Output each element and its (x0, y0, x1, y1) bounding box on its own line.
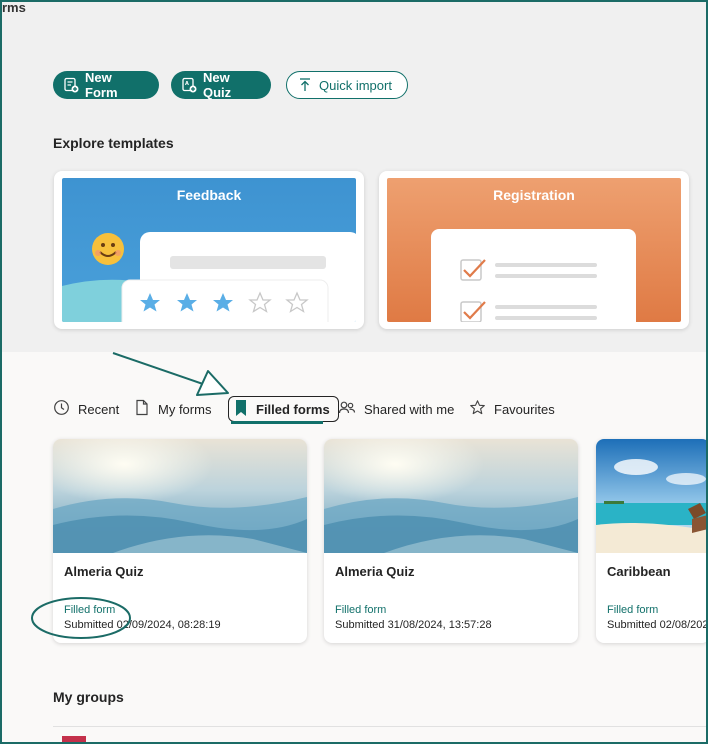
form-submitted-date: Submitted 02/09/2024, 08:28:19 (64, 619, 221, 631)
dunes-thumbnail (53, 439, 307, 553)
form-status: Filled form (64, 604, 116, 616)
form-submitted-date: Submitted 31/08/2024, 13:57:28 (335, 619, 492, 631)
tab-filled-forms[interactable]: Filled forms (228, 396, 339, 422)
bookmark-icon (234, 399, 248, 420)
new-form-label: New Form (85, 70, 118, 100)
people-icon (338, 399, 356, 419)
templates-heading: Explore templates (53, 135, 174, 151)
tab-shared-with-me[interactable]: Shared with me (338, 396, 454, 422)
star-filled-icon (213, 293, 233, 312)
new-quiz-button[interactable]: A New Quiz (171, 70, 271, 100)
registration-illustration: Registration (387, 178, 681, 322)
tab-favourites[interactable]: Favourites (469, 396, 555, 422)
document-icon (134, 399, 150, 419)
tab-favourites-label: Favourites (494, 401, 555, 417)
dunes-thumbnail (324, 439, 578, 553)
tab-filled-forms-label: Filled forms (256, 401, 330, 417)
divider (53, 726, 708, 727)
tab-shared-with-me-label: Shared with me (364, 401, 455, 417)
form-card[interactable]: Caribbean Filled form Submitted 02/08/20… (596, 439, 708, 643)
form-name: Almeria Quiz (64, 564, 144, 579)
tab-recent[interactable]: Recent (53, 396, 119, 422)
new-form-button[interactable]: New Form (53, 70, 159, 100)
clock-icon (53, 399, 70, 419)
tab-my-forms-label: My forms (158, 401, 212, 417)
star-filled-icon (140, 293, 160, 312)
quick-import-label: Quick import (319, 77, 392, 93)
star-icon (469, 399, 486, 419)
active-tab-indicator (231, 421, 323, 424)
new-quiz-label: New Quiz (203, 70, 232, 100)
form-name: Almeria Quiz (335, 564, 415, 579)
beach-thumbnail (596, 439, 708, 553)
form-submitted-date: Submitted 02/08/2024 (607, 619, 708, 631)
tab-recent-label: Recent (78, 401, 120, 417)
registration-title: Registration (493, 187, 575, 203)
star-filled-icon (177, 293, 197, 312)
form-name: Caribbean (607, 564, 671, 579)
tab-my-forms[interactable]: My forms (134, 396, 211, 422)
new-form-icon (63, 77, 79, 93)
upload-icon (297, 77, 313, 93)
svg-text:A: A (185, 81, 189, 87)
form-card[interactable]: Almeria Quiz Filled form Submitted 02/09… (53, 439, 307, 643)
form-status: Filled form (335, 604, 387, 616)
form-status: Filled form (607, 604, 659, 616)
star-outline-icon (285, 291, 309, 313)
groups-heading: My groups (53, 689, 124, 705)
feedback-illustration: Feedback (62, 178, 356, 322)
star-outline-icon (248, 291, 272, 313)
template-card-feedback[interactable]: Feedback (54, 171, 364, 329)
quick-import-button[interactable]: Quick import (286, 71, 408, 99)
new-quiz-icon: A (181, 77, 197, 93)
form-card[interactable]: Almeria Quiz Filled form Submitted 31/08… (324, 439, 578, 643)
group-icon (62, 736, 86, 744)
template-card-registration[interactable]: Registration (379, 171, 689, 329)
app-title: rms (2, 0, 26, 15)
